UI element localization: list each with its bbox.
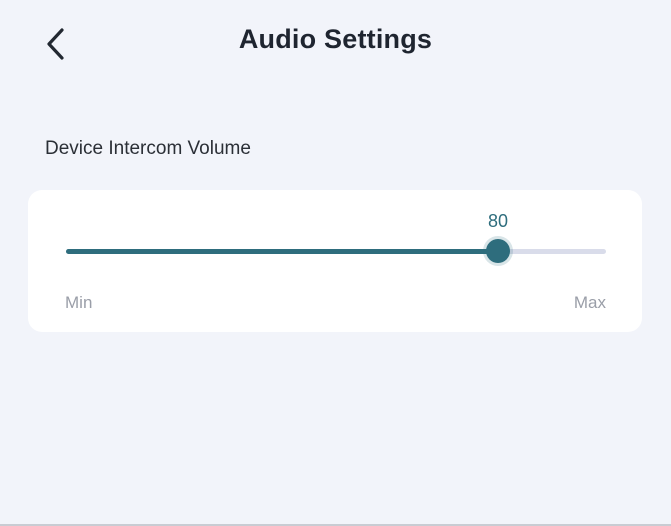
header: Audio Settings bbox=[0, 0, 671, 88]
slider-min-label: Min bbox=[65, 293, 93, 312]
volume-slider[interactable]: 80 bbox=[66, 211, 606, 266]
volume-section-label: Device Intercom Volume bbox=[45, 138, 251, 159]
page-title: Audio Settings bbox=[238, 24, 433, 54]
volume-card: 80 Min Max bbox=[28, 190, 642, 332]
slider-value-label: 80 bbox=[487, 211, 509, 231]
slider-max-label: Max bbox=[573, 293, 606, 312]
slider-thumb[interactable] bbox=[486, 239, 510, 263]
slider-fill bbox=[66, 249, 498, 254]
audio-settings-screen: Audio Settings Device Intercom Volume 80… bbox=[0, 0, 671, 526]
